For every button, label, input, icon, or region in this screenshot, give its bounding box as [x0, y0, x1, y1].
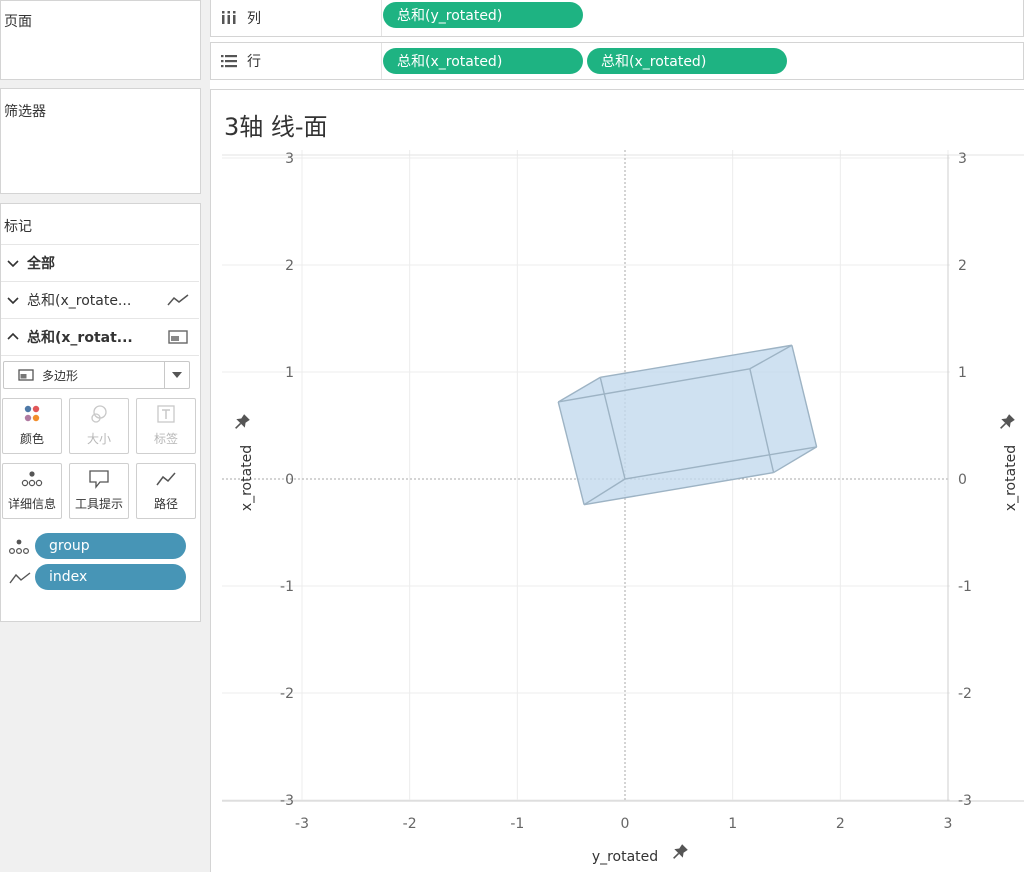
chevron-down-icon [7, 297, 19, 305]
x-tick-label: 0 [621, 816, 630, 832]
size-button-label: 大小 [86, 432, 111, 446]
mark-row-label: 总和(x_rotate... [27, 293, 132, 309]
mark-type-dropdown[interactable]: 多边形 [3, 361, 190, 389]
mark-row-polygon[interactable]: 总和(x_rotat... [1, 319, 199, 356]
columns-icon [222, 11, 236, 24]
y-tick-label-right: -1 [958, 579, 972, 595]
chevron-down-icon [7, 260, 19, 268]
x-tick-label: -2 [403, 816, 417, 832]
y-tick-label-right: 3 [958, 151, 967, 167]
chart-title: 3轴 线-面 [224, 113, 328, 141]
marks-title: 标记 [4, 219, 32, 235]
label-text-icon [157, 405, 175, 423]
pin-icon-y-axis-right [1000, 414, 1015, 429]
mark-row-label: 总和(x_rotat... [27, 330, 133, 346]
detail-button-label: 详细信息 [7, 497, 56, 511]
mark-type-label: 多边形 [42, 368, 79, 383]
tooltip-button[interactable]: 工具提示 [69, 463, 129, 519]
y-tick-label-left: -2 [280, 686, 294, 702]
polygon-fill [558, 345, 817, 505]
y-axis-title-right: x_rotated [1003, 445, 1019, 511]
dropdown-arrow[interactable] [164, 362, 189, 388]
x-axis-title: y_rotated [592, 849, 658, 865]
pin-needle [673, 852, 680, 859]
pin-icon-x-axis [673, 844, 688, 859]
label-button-label: 标签 [153, 432, 178, 446]
y-tick-label-right: -2 [958, 686, 972, 702]
x-tick-label: 2 [836, 816, 845, 832]
x-tick-label: 3 [944, 816, 953, 832]
columns-label: 列 [247, 11, 261, 27]
polygon-shape[interactable] [557, 344, 818, 506]
filters-card[interactable]: 筛选器 [0, 88, 201, 194]
field-pill-group[interactable]: group [35, 533, 186, 559]
pages-title: 页面 [4, 14, 32, 30]
color-dots-icon [24, 405, 40, 422]
line-mark-icon [167, 294, 189, 306]
rows-shelf-label: 行 [211, 43, 382, 79]
columns-shelf[interactable]: 列 [210, 0, 1024, 37]
pin-needle [235, 422, 242, 429]
tooltip-button-label: 工具提示 [74, 497, 123, 511]
detail-dots-icon [8, 539, 30, 555]
y-tick-label-left: -3 [280, 793, 294, 809]
y-tick-label-right: 1 [958, 365, 967, 381]
y-tick-label-right: -3 [958, 793, 972, 809]
x-tick-label: 1 [728, 816, 737, 832]
detail-button[interactable]: 详细信息 [2, 463, 62, 519]
x-tick-label: -3 [295, 816, 309, 832]
rows-pill-x-rotated-2[interactable]: 总和(x_rotated) [587, 48, 787, 74]
rows-pill-x-rotated-1[interactable]: 总和(x_rotated) [383, 48, 583, 74]
y-tick-label-left: 2 [285, 258, 294, 274]
caret-down-icon [172, 372, 182, 378]
y-tick-label-left: -1 [280, 579, 294, 595]
y-tick-label-left: 0 [285, 472, 294, 488]
y-tick-label-left: 1 [285, 365, 294, 381]
path-button[interactable]: 路径 [136, 463, 196, 519]
filters-title: 筛选器 [4, 104, 46, 120]
y-tick-label-left: 3 [285, 151, 294, 167]
path-line-icon [156, 472, 176, 486]
field-pill-index[interactable]: index [35, 564, 186, 590]
tooltip-bubble-icon [89, 470, 109, 489]
pages-card[interactable]: 页面 [0, 0, 201, 80]
chart-svg[interactable]: -3 -2 -1 0 1 2 33 32 21 10 0-1 -1-2 -2-3 -3 y_rotated… [210, 150, 1024, 872]
size-button[interactable]: 大小 [69, 398, 129, 454]
path-line-icon [9, 572, 31, 584]
color-button-label: 颜色 [19, 432, 44, 446]
detail-dots-icon [21, 471, 43, 487]
color-button[interactable]: 颜色 [2, 398, 62, 454]
rows-label: 行 [247, 54, 261, 70]
rows-icon [221, 55, 237, 68]
y-tick-label-right: 0 [958, 472, 967, 488]
y-tick-label-right: 2 [958, 258, 967, 274]
columns-pill-y-rotated[interactable]: 总和(y_rotated) [383, 2, 583, 28]
columns-shelf-label: 列 [211, 0, 382, 36]
pin-needle [1000, 422, 1007, 429]
path-button-label: 路径 [153, 497, 178, 511]
label-button[interactable]: 标签 [136, 398, 196, 454]
mark-row-label: 全部 [27, 256, 55, 272]
x-tick-label: -1 [510, 816, 524, 832]
pin-icon-y-axis-left [235, 414, 250, 429]
mark-row-all[interactable]: 全部 [1, 245, 199, 282]
polygon-mark-icon [168, 330, 188, 344]
y-axis-title-left: x_rotated [239, 445, 255, 511]
mark-row-line[interactable]: 总和(x_rotate... [1, 282, 199, 319]
size-circles-icon [91, 405, 107, 423]
chevron-up-icon [7, 332, 19, 340]
polygon-mark-icon [18, 369, 34, 381]
